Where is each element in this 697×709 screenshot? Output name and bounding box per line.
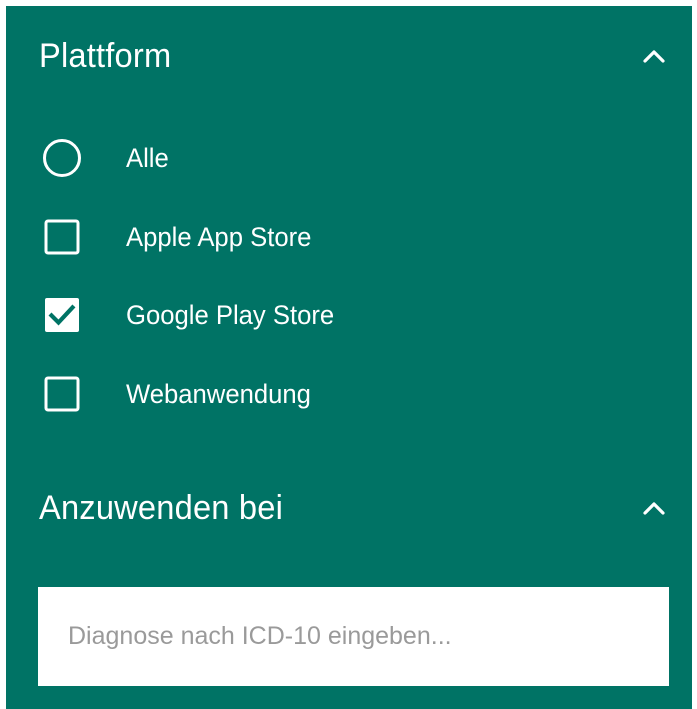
checkbox[interactable] bbox=[42, 217, 82, 257]
diagnosis-search-input[interactable] bbox=[38, 587, 669, 686]
option-label: Google Play Store bbox=[126, 299, 335, 330]
platform-section-header[interactable]: Plattform bbox=[39, 36, 668, 76]
diagnosis-search-box bbox=[38, 587, 669, 686]
option-label: Apple App Store bbox=[126, 221, 312, 252]
chevron-up-icon[interactable] bbox=[640, 42, 668, 70]
chevron-up-icon[interactable] bbox=[640, 494, 668, 522]
platform-option-webanwendung[interactable]: Webanwendung bbox=[42, 374, 321, 414]
platform-option-alle[interactable]: Alle bbox=[42, 138, 171, 178]
apply-section-header[interactable]: Anzuwenden bei bbox=[39, 488, 668, 528]
checkbox[interactable] bbox=[42, 374, 82, 414]
option-label: Webanwendung bbox=[126, 378, 311, 409]
platform-section-title: Plattform bbox=[39, 36, 172, 75]
platform-option-google-play-store[interactable]: Google Play Store bbox=[42, 295, 345, 335]
filter-panel: Plattform Alle Apple App Store Google Pl… bbox=[6, 6, 692, 709]
platform-option-apple-app-store[interactable]: Apple App Store bbox=[42, 217, 321, 257]
checkbox-checked[interactable] bbox=[42, 295, 82, 335]
radio-button[interactable] bbox=[42, 138, 82, 178]
apply-section-title: Anzuwenden bei bbox=[39, 488, 284, 527]
option-label: Alle bbox=[126, 142, 169, 173]
